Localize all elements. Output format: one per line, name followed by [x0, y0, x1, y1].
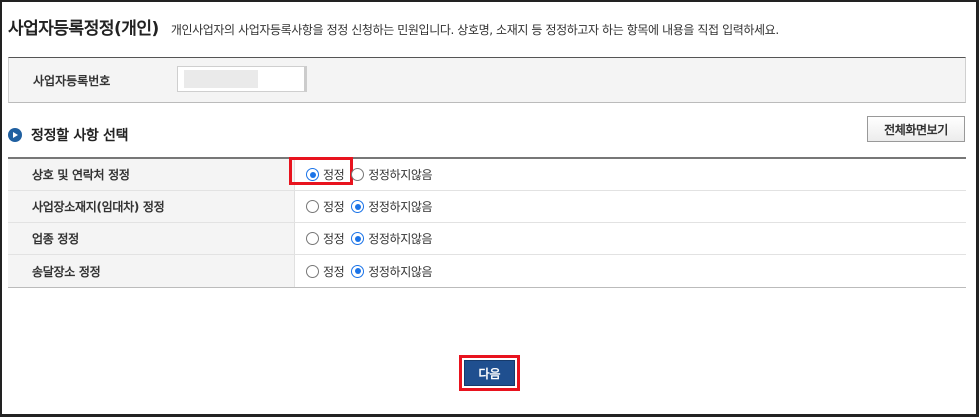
radio-button-checked[interactable]: [351, 200, 365, 213]
page-title: 사업자등록정정(개인): [8, 19, 159, 39]
option-choices: 정정 정정하지않음: [295, 223, 966, 254]
radio-label: 정정: [323, 232, 345, 246]
registration-number-box: 사업자등록번호: [8, 57, 966, 103]
option-choices: 정정 정정하지않음: [289, 157, 966, 190]
radio-button[interactable]: [306, 232, 319, 245]
radio-label: 정정: [323, 200, 345, 214]
radio-label: 정정하지않음: [368, 232, 433, 246]
radio-correct[interactable]: 정정: [306, 230, 345, 247]
table-row: 사업장소재지(임대차) 정정 정정 정정하지않음: [8, 191, 966, 223]
masked-value: [184, 70, 258, 88]
page-description: 개인사업자의 사업자등록사항을 정정 신청하는 민원입니다. 상호명, 소재지 …: [170, 23, 779, 37]
radio-button[interactable]: [351, 168, 365, 181]
radio-button[interactable]: [306, 200, 319, 213]
radio-no-correct[interactable]: 정정하지않음: [351, 198, 433, 215]
correction-options-table: 상호 및 연락처 정정 정정 정정하지않음 사업장소재지(임대차) 정정 정정 …: [8, 157, 966, 288]
registration-number-field[interactable]: [177, 66, 307, 92]
option-label: 상호 및 연락처 정정: [8, 159, 295, 190]
table-row: 업종 정정 정정 정정하지않음: [8, 223, 966, 255]
option-label: 송달장소 정정: [8, 255, 295, 287]
option-choices: 정정 정정하지않음: [295, 255, 966, 287]
radio-label: 정정하지않음: [368, 168, 433, 182]
highlight-box: [289, 157, 353, 185]
radio-correct[interactable]: 정정: [306, 263, 345, 280]
section-header: 정정할 사항 선택: [8, 125, 129, 145]
radio-no-correct[interactable]: 정정하지않음: [351, 263, 433, 280]
section-title: 정정할 사항 선택: [31, 128, 129, 144]
radio-no-correct[interactable]: 정정하지않음: [351, 230, 433, 247]
radio-button-checked[interactable]: [306, 168, 319, 181]
radio-button-checked[interactable]: [351, 264, 365, 278]
radio-button[interactable]: [306, 264, 319, 278]
table-row: 상호 및 연락처 정정 정정 정정하지않음: [8, 157, 966, 191]
option-label: 사업장소재지(임대차) 정정: [8, 191, 295, 222]
page-header: 사업자등록정정(개인) 개인사업자의 사업자등록사항을 정정 신청하는 민원입니…: [8, 14, 779, 44]
option-choices: 정정 정정하지않음: [295, 191, 966, 222]
fullscreen-button[interactable]: 전체화면보기: [867, 116, 965, 142]
radio-button-checked[interactable]: [351, 232, 365, 245]
radio-label: 정정하지않음: [368, 264, 433, 279]
registration-number-label: 사업자등록번호: [33, 74, 111, 88]
radio-correct[interactable]: 정정: [306, 198, 345, 215]
radio-no-correct[interactable]: 정정하지않음: [351, 166, 433, 183]
next-button-highlight: 다음: [459, 355, 520, 391]
radio-label: 정정하지않음: [368, 200, 433, 214]
arrow-bullet-icon: [8, 128, 22, 142]
next-button[interactable]: 다음: [464, 360, 515, 386]
option-label: 업종 정정: [8, 223, 295, 254]
table-row: 송달장소 정정 정정 정정하지않음: [8, 255, 966, 287]
radio-correct[interactable]: 정정: [289, 157, 353, 185]
radio-label: 정정: [323, 264, 345, 279]
